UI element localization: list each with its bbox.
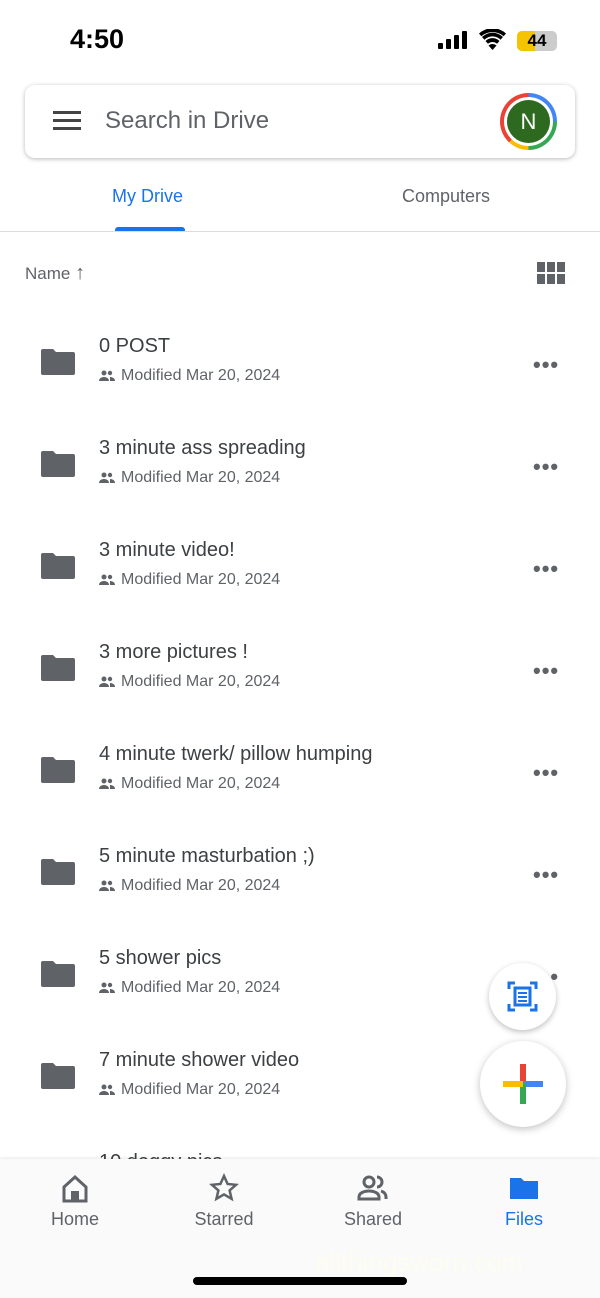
shared-icon: [99, 676, 115, 687]
list-item[interactable]: 4 minute twerk/ pillow humping Modified …: [0, 730, 600, 832]
menu-icon[interactable]: [53, 111, 81, 131]
file-name: 5 shower pics: [99, 947, 222, 969]
folder-icon: [41, 655, 75, 681]
folder-icon: [41, 349, 75, 375]
signal-icon: [438, 31, 467, 49]
folder-icon: [41, 1063, 75, 1089]
nav-home[interactable]: Home: [15, 1173, 135, 1230]
search-input[interactable]: Search in Drive: [105, 107, 269, 135]
folder-icon: [41, 859, 75, 885]
file-name: 4 minute twerk/ pillow humping: [99, 743, 373, 765]
shared-icon: [99, 574, 115, 585]
watermark: allthingsworn.com: [315, 1247, 524, 1277]
file-name: 3 minute ass spreading: [99, 437, 306, 459]
shared-icon: [99, 472, 115, 483]
folder-icon: [41, 757, 75, 783]
file-name: 7 minute shower video: [99, 1049, 300, 1071]
clock: 4:50: [70, 24, 125, 54]
more-options-icon[interactable]: •••: [533, 352, 559, 378]
search-bar[interactable]: Search in Drive N: [25, 85, 575, 158]
home-icon: [62, 1174, 88, 1203]
file-meta: Modified Mar 20, 2024: [99, 1081, 280, 1099]
file-meta: Modified Mar 20, 2024: [99, 979, 280, 997]
grid-view-icon[interactable]: [537, 262, 565, 284]
new-button[interactable]: [480, 1041, 566, 1127]
list-item[interactable]: 3 more pictures ! Modified Mar 20, 2024 …: [0, 628, 600, 730]
list-item[interactable]: 0 POST Modified Mar 20, 2024 •••: [0, 322, 600, 424]
more-options-icon[interactable]: •••: [533, 454, 559, 480]
file-name: 0 POST: [99, 335, 171, 357]
file-meta: Modified Mar 20, 2024: [99, 877, 280, 895]
active-tab-indicator: [115, 227, 185, 231]
more-options-icon[interactable]: •••: [533, 658, 559, 684]
scan-icon: [507, 981, 538, 1012]
nav-files[interactable]: Files: [464, 1173, 584, 1230]
list-item[interactable]: 3 minute video! Modified Mar 20, 2024 ••…: [0, 526, 600, 628]
shared-icon: [99, 1084, 115, 1095]
more-options-icon[interactable]: •••: [533, 862, 559, 888]
file-meta: Modified Mar 20, 2024: [99, 367, 280, 385]
folder-icon: [41, 553, 75, 579]
nav-starred[interactable]: Starred: [164, 1173, 284, 1230]
list-item[interactable]: 3 minute ass spreading Modified Mar 20, …: [0, 424, 600, 526]
more-options-icon[interactable]: •••: [533, 556, 559, 582]
shared-icon: [99, 778, 115, 789]
file-name: 3 minute video!: [99, 539, 235, 561]
wifi-icon: [479, 29, 506, 50]
file-name: 3 more pictures !: [99, 641, 248, 663]
file-meta: Modified Mar 20, 2024: [99, 673, 280, 691]
tab-computers[interactable]: Computers: [402, 186, 490, 207]
battery-indicator: 44: [517, 31, 557, 51]
folder-icon: [510, 1178, 538, 1199]
sort-button[interactable]: Name ↑: [25, 262, 85, 285]
tab-my-drive[interactable]: My Drive: [112, 186, 183, 207]
folder-icon: [41, 961, 75, 987]
scan-button[interactable]: [489, 963, 556, 1030]
nav-shared[interactable]: Shared: [313, 1173, 433, 1230]
avatar[interactable]: N: [500, 93, 557, 150]
shared-icon: [99, 880, 115, 891]
file-meta: Modified Mar 20, 2024: [99, 775, 280, 793]
file-name: 5 minute masturbation ;): [99, 845, 315, 867]
shared-icon: [99, 370, 115, 381]
tab-bar: My Drive Computers: [0, 170, 600, 232]
shared-icon: [99, 982, 115, 993]
more-options-icon[interactable]: •••: [533, 760, 559, 786]
star-icon: [209, 1173, 239, 1202]
file-meta: Modified Mar 20, 2024: [99, 571, 280, 589]
plus-icon: [503, 1064, 543, 1104]
file-meta: Modified Mar 20, 2024: [99, 469, 280, 487]
arrow-up-icon: ↑: [75, 262, 86, 284]
status-bar: 4:50 44: [0, 0, 600, 80]
folder-icon: [41, 451, 75, 477]
list-item[interactable]: 5 minute masturbation ;) Modified Mar 20…: [0, 832, 600, 934]
home-indicator: [193, 1277, 407, 1285]
people-icon: [357, 1175, 388, 1201]
